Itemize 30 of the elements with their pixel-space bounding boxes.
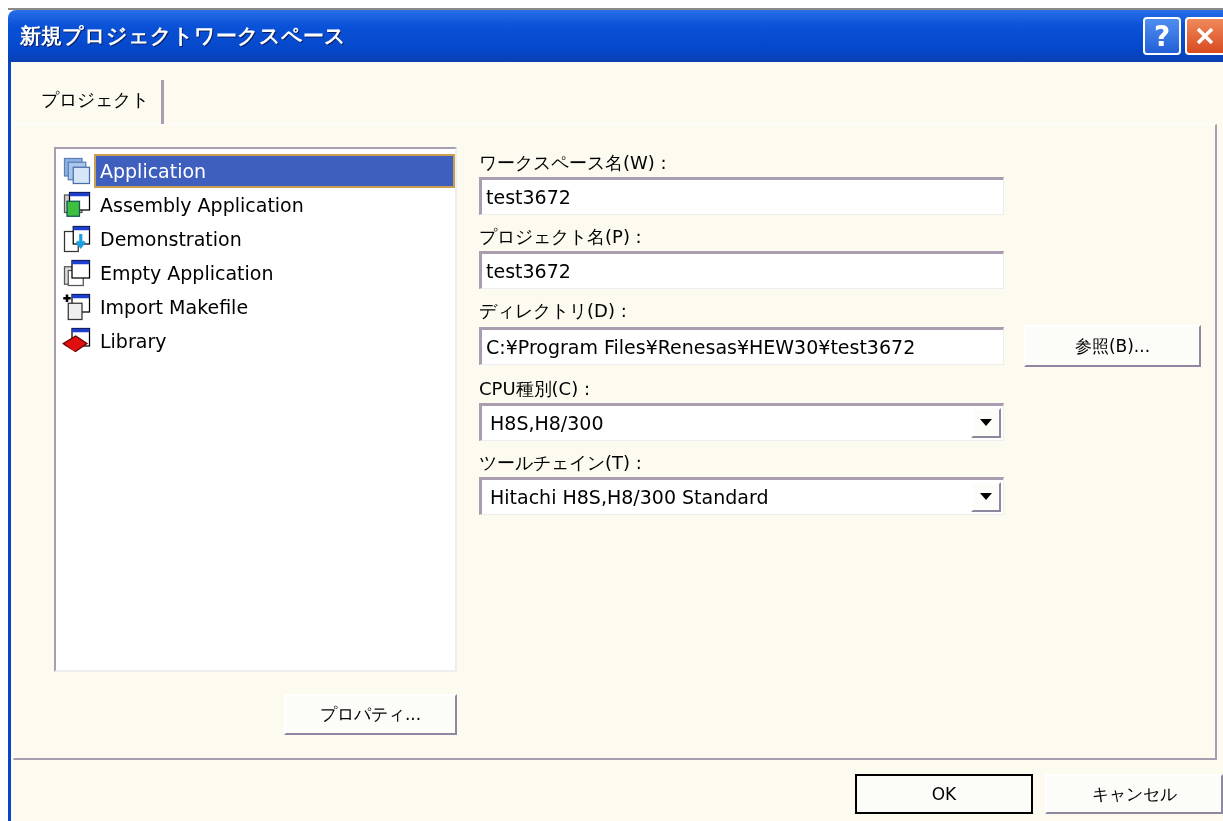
help-button[interactable]: ?: [1143, 17, 1181, 55]
list-item[interactable]: Empty Application: [94, 256, 455, 290]
document-download-icon: [62, 224, 92, 254]
list-item[interactable]: Demonstration: [94, 222, 455, 256]
field-label: ディレクトリ(D) :: [479, 299, 628, 323]
list-item[interactable]: Library: [94, 324, 455, 358]
document-import-icon: [62, 292, 92, 322]
document-stack-icon: [62, 258, 92, 288]
dropdown-field[interactable]: Hitachi H8S,H8/300 Standard: [479, 477, 1004, 515]
field-label: プロジェクト名(P) :: [479, 225, 643, 249]
browse-button[interactable]: 参照(B)...: [1024, 325, 1201, 367]
properties-button[interactable]: プロパティ...: [284, 694, 457, 735]
document-stack-icon: [62, 190, 92, 220]
book-icon: [62, 326, 92, 356]
dialog-button[interactable]: OK: [855, 774, 1033, 814]
field-label: ツールチェイン(T) :: [479, 451, 643, 475]
close-button[interactable]: [1185, 17, 1223, 55]
list-item[interactable]: Import Makefile: [94, 290, 455, 324]
text-field[interactable]: test3672: [479, 251, 1004, 289]
document-stack-icon: [62, 156, 92, 186]
dialog-button[interactable]: キャンセル: [1045, 774, 1223, 814]
list-item[interactable]: Application: [94, 154, 455, 188]
text-field[interactable]: test3672: [479, 177, 1004, 215]
text-field[interactable]: C:¥Program Files¥Renesas¥HEW30¥test3672: [479, 327, 1004, 365]
window-title: 新規プロジェクトワークスペース: [20, 23, 346, 50]
dropdown-field[interactable]: H8S,H8/300: [479, 403, 1004, 441]
close-icon: [1194, 25, 1216, 47]
field-label: ワークスペース名(W) :: [479, 151, 668, 175]
field-label: CPU種別(C) :: [479, 377, 591, 401]
list-item[interactable]: Assembly Application: [94, 188, 455, 222]
